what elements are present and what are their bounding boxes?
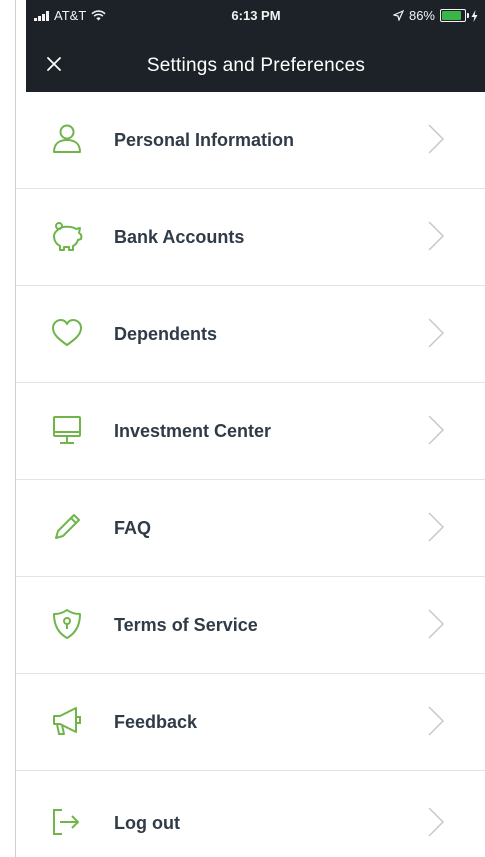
- chevron-right-icon: [428, 609, 445, 639]
- logout-icon: [53, 809, 79, 835]
- chevron-right-icon: [428, 318, 445, 348]
- menu-item-faq[interactable]: FAQ: [16, 480, 485, 577]
- charging-bolt-icon: [471, 9, 478, 22]
- menu-item-label: Bank Accounts: [114, 227, 245, 247]
- battery-level: [442, 11, 461, 20]
- chevron-right-icon: [428, 415, 445, 445]
- menu-item-label: FAQ: [114, 518, 152, 538]
- menu-item-investment-center[interactable]: Investment Center: [16, 383, 485, 480]
- status-right: 86%: [392, 8, 478, 23]
- menu-item-label: Terms of Service: [114, 615, 258, 635]
- chevron-right-icon: [428, 706, 445, 736]
- page-title: Settings and Preferences: [146, 55, 366, 76]
- chevron-right-icon: [428, 221, 445, 251]
- menu-item-log-out[interactable]: Log out: [16, 771, 485, 857]
- shield-icon: [53, 609, 81, 639]
- megaphone-icon: [53, 707, 81, 735]
- menu-item-label: Feedback: [114, 712, 198, 732]
- monitor-icon: [53, 416, 81, 444]
- battery-percent: 86%: [408, 8, 435, 23]
- settings-menu: Personal Information Bank Accounts Depen…: [16, 92, 485, 857]
- menu-item-label: Log out: [114, 813, 180, 833]
- menu-item-label: Personal Information: [114, 130, 295, 150]
- piggy-bank-icon: [53, 222, 83, 251]
- battery-icon: [440, 9, 469, 22]
- pencil-icon: [55, 514, 80, 539]
- top-bar: AT&T 6:13 PM 86% Settings and Preference…: [26, 0, 485, 92]
- status-bar: AT&T 6:13 PM 86%: [26, 6, 485, 26]
- phone-screen: AT&T 6:13 PM 86% Settings and Preference…: [15, 0, 485, 857]
- heart-icon: [52, 319, 82, 346]
- menu-item-dependents[interactable]: Dependents: [16, 286, 485, 383]
- person-icon: [53, 124, 81, 153]
- menu-item-personal-information[interactable]: Personal Information: [16, 92, 485, 189]
- menu-item-bank-accounts[interactable]: Bank Accounts: [16, 189, 485, 286]
- chevron-right-icon: [428, 807, 445, 837]
- chevron-right-icon: [428, 512, 445, 542]
- menu-item-terms-of-service[interactable]: Terms of Service: [16, 577, 485, 674]
- menu-item-feedback[interactable]: Feedback: [16, 674, 485, 771]
- location-arrow-icon: [392, 10, 404, 21]
- chevron-right-icon: [428, 124, 445, 154]
- menu-item-label: Dependents: [114, 324, 218, 344]
- menu-item-label: Investment Center: [114, 421, 272, 441]
- navigation-bar: Settings and Preferences: [26, 50, 485, 86]
